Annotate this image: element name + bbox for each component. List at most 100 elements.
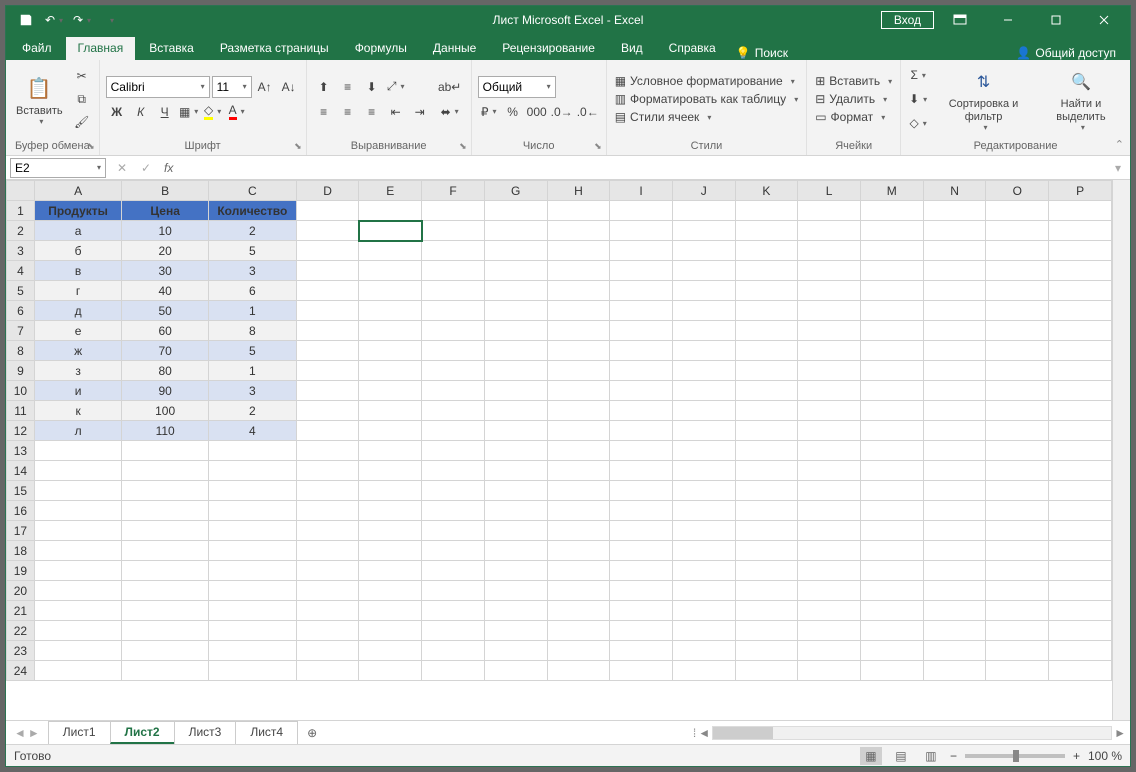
cell-O19[interactable]	[986, 561, 1049, 581]
cell-D11[interactable]	[296, 401, 359, 421]
col-header-F[interactable]: F	[422, 181, 485, 201]
fill-icon[interactable]: ⬇▾	[907, 88, 929, 110]
cell-L13[interactable]	[798, 441, 861, 461]
cell-K5[interactable]	[735, 281, 798, 301]
cell-H11[interactable]	[547, 401, 610, 421]
insert-cells-button[interactable]: ⊞Вставить▾	[813, 73, 894, 89]
col-header-G[interactable]: G	[484, 181, 547, 201]
cell-K4[interactable]	[735, 261, 798, 281]
format-as-table-button[interactable]: ▥Форматировать как таблицу▾	[613, 91, 801, 107]
cell-E9[interactable]	[359, 361, 422, 381]
align-bottom-icon[interactable]: ⬇	[361, 76, 383, 98]
cell-M16[interactable]	[860, 501, 923, 521]
row-header-2[interactable]: 2	[7, 221, 35, 241]
cell-A14[interactable]	[34, 461, 121, 481]
cell-L21[interactable]	[798, 601, 861, 621]
cell-D23[interactable]	[296, 641, 359, 661]
cell-I5[interactable]	[610, 281, 673, 301]
cell-I15[interactable]	[610, 481, 673, 501]
cell-N5[interactable]	[923, 281, 986, 301]
cell-D13[interactable]	[296, 441, 359, 461]
cell-O18[interactable]	[986, 541, 1049, 561]
cell-I21[interactable]	[610, 601, 673, 621]
cell-F5[interactable]	[422, 281, 485, 301]
cell-F10[interactable]	[422, 381, 485, 401]
cell-styles-button[interactable]: ▤Стили ячеек▾	[613, 109, 801, 125]
cell-C5[interactable]: 6	[208, 281, 296, 301]
cell-J14[interactable]	[672, 461, 735, 481]
cell-L23[interactable]	[798, 641, 861, 661]
number-format-combo[interactable]: Общий▾	[478, 76, 556, 98]
cell-M19[interactable]	[860, 561, 923, 581]
cell-A15[interactable]	[34, 481, 121, 501]
cell-F11[interactable]	[422, 401, 485, 421]
cell-H19[interactable]	[547, 561, 610, 581]
font-dialog-icon[interactable]: ⬊	[294, 141, 302, 152]
cell-N15[interactable]	[923, 481, 986, 501]
cell-N10[interactable]	[923, 381, 986, 401]
row-header-14[interactable]: 14	[7, 461, 35, 481]
sheet-tab-Лист3[interactable]: Лист3	[174, 721, 237, 744]
cell-K6[interactable]	[735, 301, 798, 321]
cell-B13[interactable]	[122, 441, 209, 461]
tab-help[interactable]: Справка	[657, 37, 728, 60]
alignment-dialog-icon[interactable]: ⬊	[459, 141, 467, 152]
cell-J1[interactable]	[672, 201, 735, 221]
bold-button[interactable]: Ж	[106, 101, 128, 123]
cell-N17[interactable]	[923, 521, 986, 541]
cell-A9[interactable]: з	[34, 361, 121, 381]
col-header-N[interactable]: N	[923, 181, 986, 201]
underline-button[interactable]: Ч	[154, 101, 176, 123]
cell-I11[interactable]	[610, 401, 673, 421]
cell-M18[interactable]	[860, 541, 923, 561]
cell-P11[interactable]	[1049, 401, 1112, 421]
cell-E16[interactable]	[359, 501, 422, 521]
cell-A4[interactable]: в	[34, 261, 121, 281]
delete-cells-button[interactable]: ⊟Удалить▾	[813, 91, 894, 107]
cell-I22[interactable]	[610, 621, 673, 641]
cell-P20[interactable]	[1049, 581, 1112, 601]
cell-H6[interactable]	[547, 301, 610, 321]
cell-M20[interactable]	[860, 581, 923, 601]
cell-P16[interactable]	[1049, 501, 1112, 521]
row-header-15[interactable]: 15	[7, 481, 35, 501]
cell-C16[interactable]	[208, 501, 296, 521]
cell-J8[interactable]	[672, 341, 735, 361]
cell-K19[interactable]	[735, 561, 798, 581]
ribbon-display-icon[interactable]	[938, 6, 982, 34]
cell-M14[interactable]	[860, 461, 923, 481]
cell-C2[interactable]: 2	[208, 221, 296, 241]
cell-F22[interactable]	[422, 621, 485, 641]
cancel-formula-icon[interactable]: ✕	[110, 158, 134, 178]
cell-K3[interactable]	[735, 241, 798, 261]
cell-E23[interactable]	[359, 641, 422, 661]
cell-L24[interactable]	[798, 661, 861, 681]
cell-E5[interactable]	[359, 281, 422, 301]
cell-L17[interactable]	[798, 521, 861, 541]
cell-N7[interactable]	[923, 321, 986, 341]
sheet-nav-prev-icon[interactable]: ◄	[14, 726, 26, 740]
col-header-E[interactable]: E	[359, 181, 422, 201]
merge-icon[interactable]: ⬌▾	[435, 101, 465, 123]
cell-L16[interactable]	[798, 501, 861, 521]
zoom-in-icon[interactable]: +	[1073, 749, 1080, 763]
cell-B21[interactable]	[122, 601, 209, 621]
cell-A21[interactable]	[34, 601, 121, 621]
cell-M12[interactable]	[860, 421, 923, 441]
cell-B19[interactable]	[122, 561, 209, 581]
cell-H22[interactable]	[547, 621, 610, 641]
cell-I8[interactable]	[610, 341, 673, 361]
sheet-tab-Лист4[interactable]: Лист4	[235, 721, 298, 744]
cell-P4[interactable]	[1049, 261, 1112, 281]
cell-A13[interactable]	[34, 441, 121, 461]
cell-A24[interactable]	[34, 661, 121, 681]
cell-M10[interactable]	[860, 381, 923, 401]
cell-P13[interactable]	[1049, 441, 1112, 461]
maximize-icon[interactable]	[1034, 6, 1078, 34]
cell-O4[interactable]	[986, 261, 1049, 281]
cell-L20[interactable]	[798, 581, 861, 601]
cell-F14[interactable]	[422, 461, 485, 481]
row-header-19[interactable]: 19	[7, 561, 35, 581]
cell-C12[interactable]: 4	[208, 421, 296, 441]
cell-P21[interactable]	[1049, 601, 1112, 621]
